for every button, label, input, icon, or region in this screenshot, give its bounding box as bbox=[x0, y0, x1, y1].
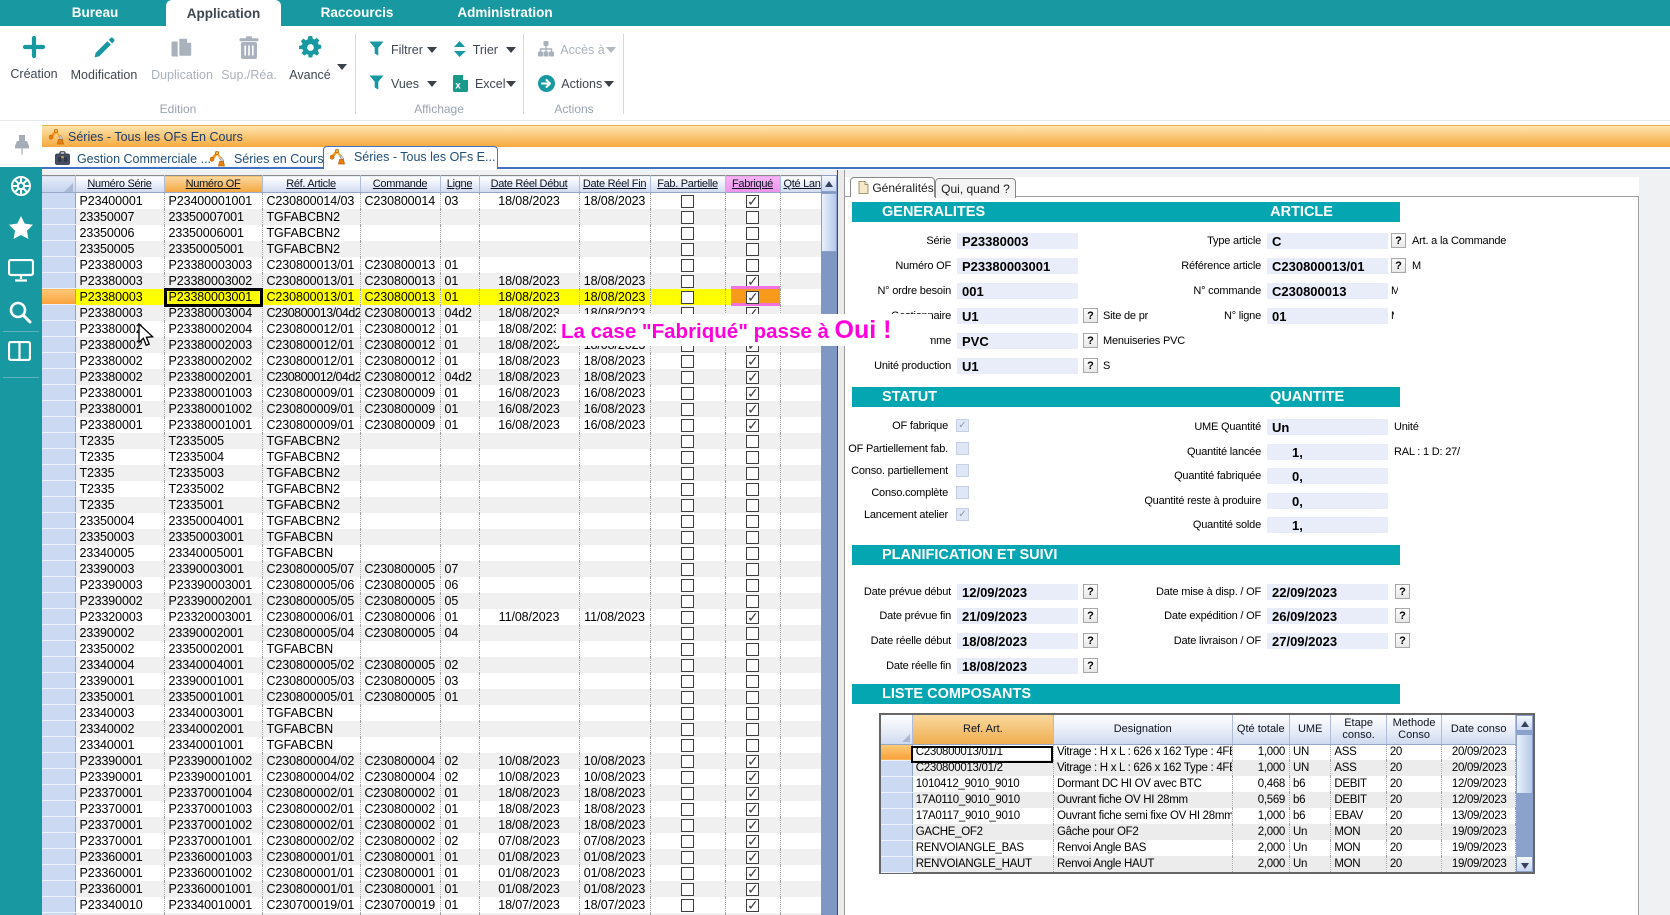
svg-text:x: x bbox=[455, 81, 461, 92]
